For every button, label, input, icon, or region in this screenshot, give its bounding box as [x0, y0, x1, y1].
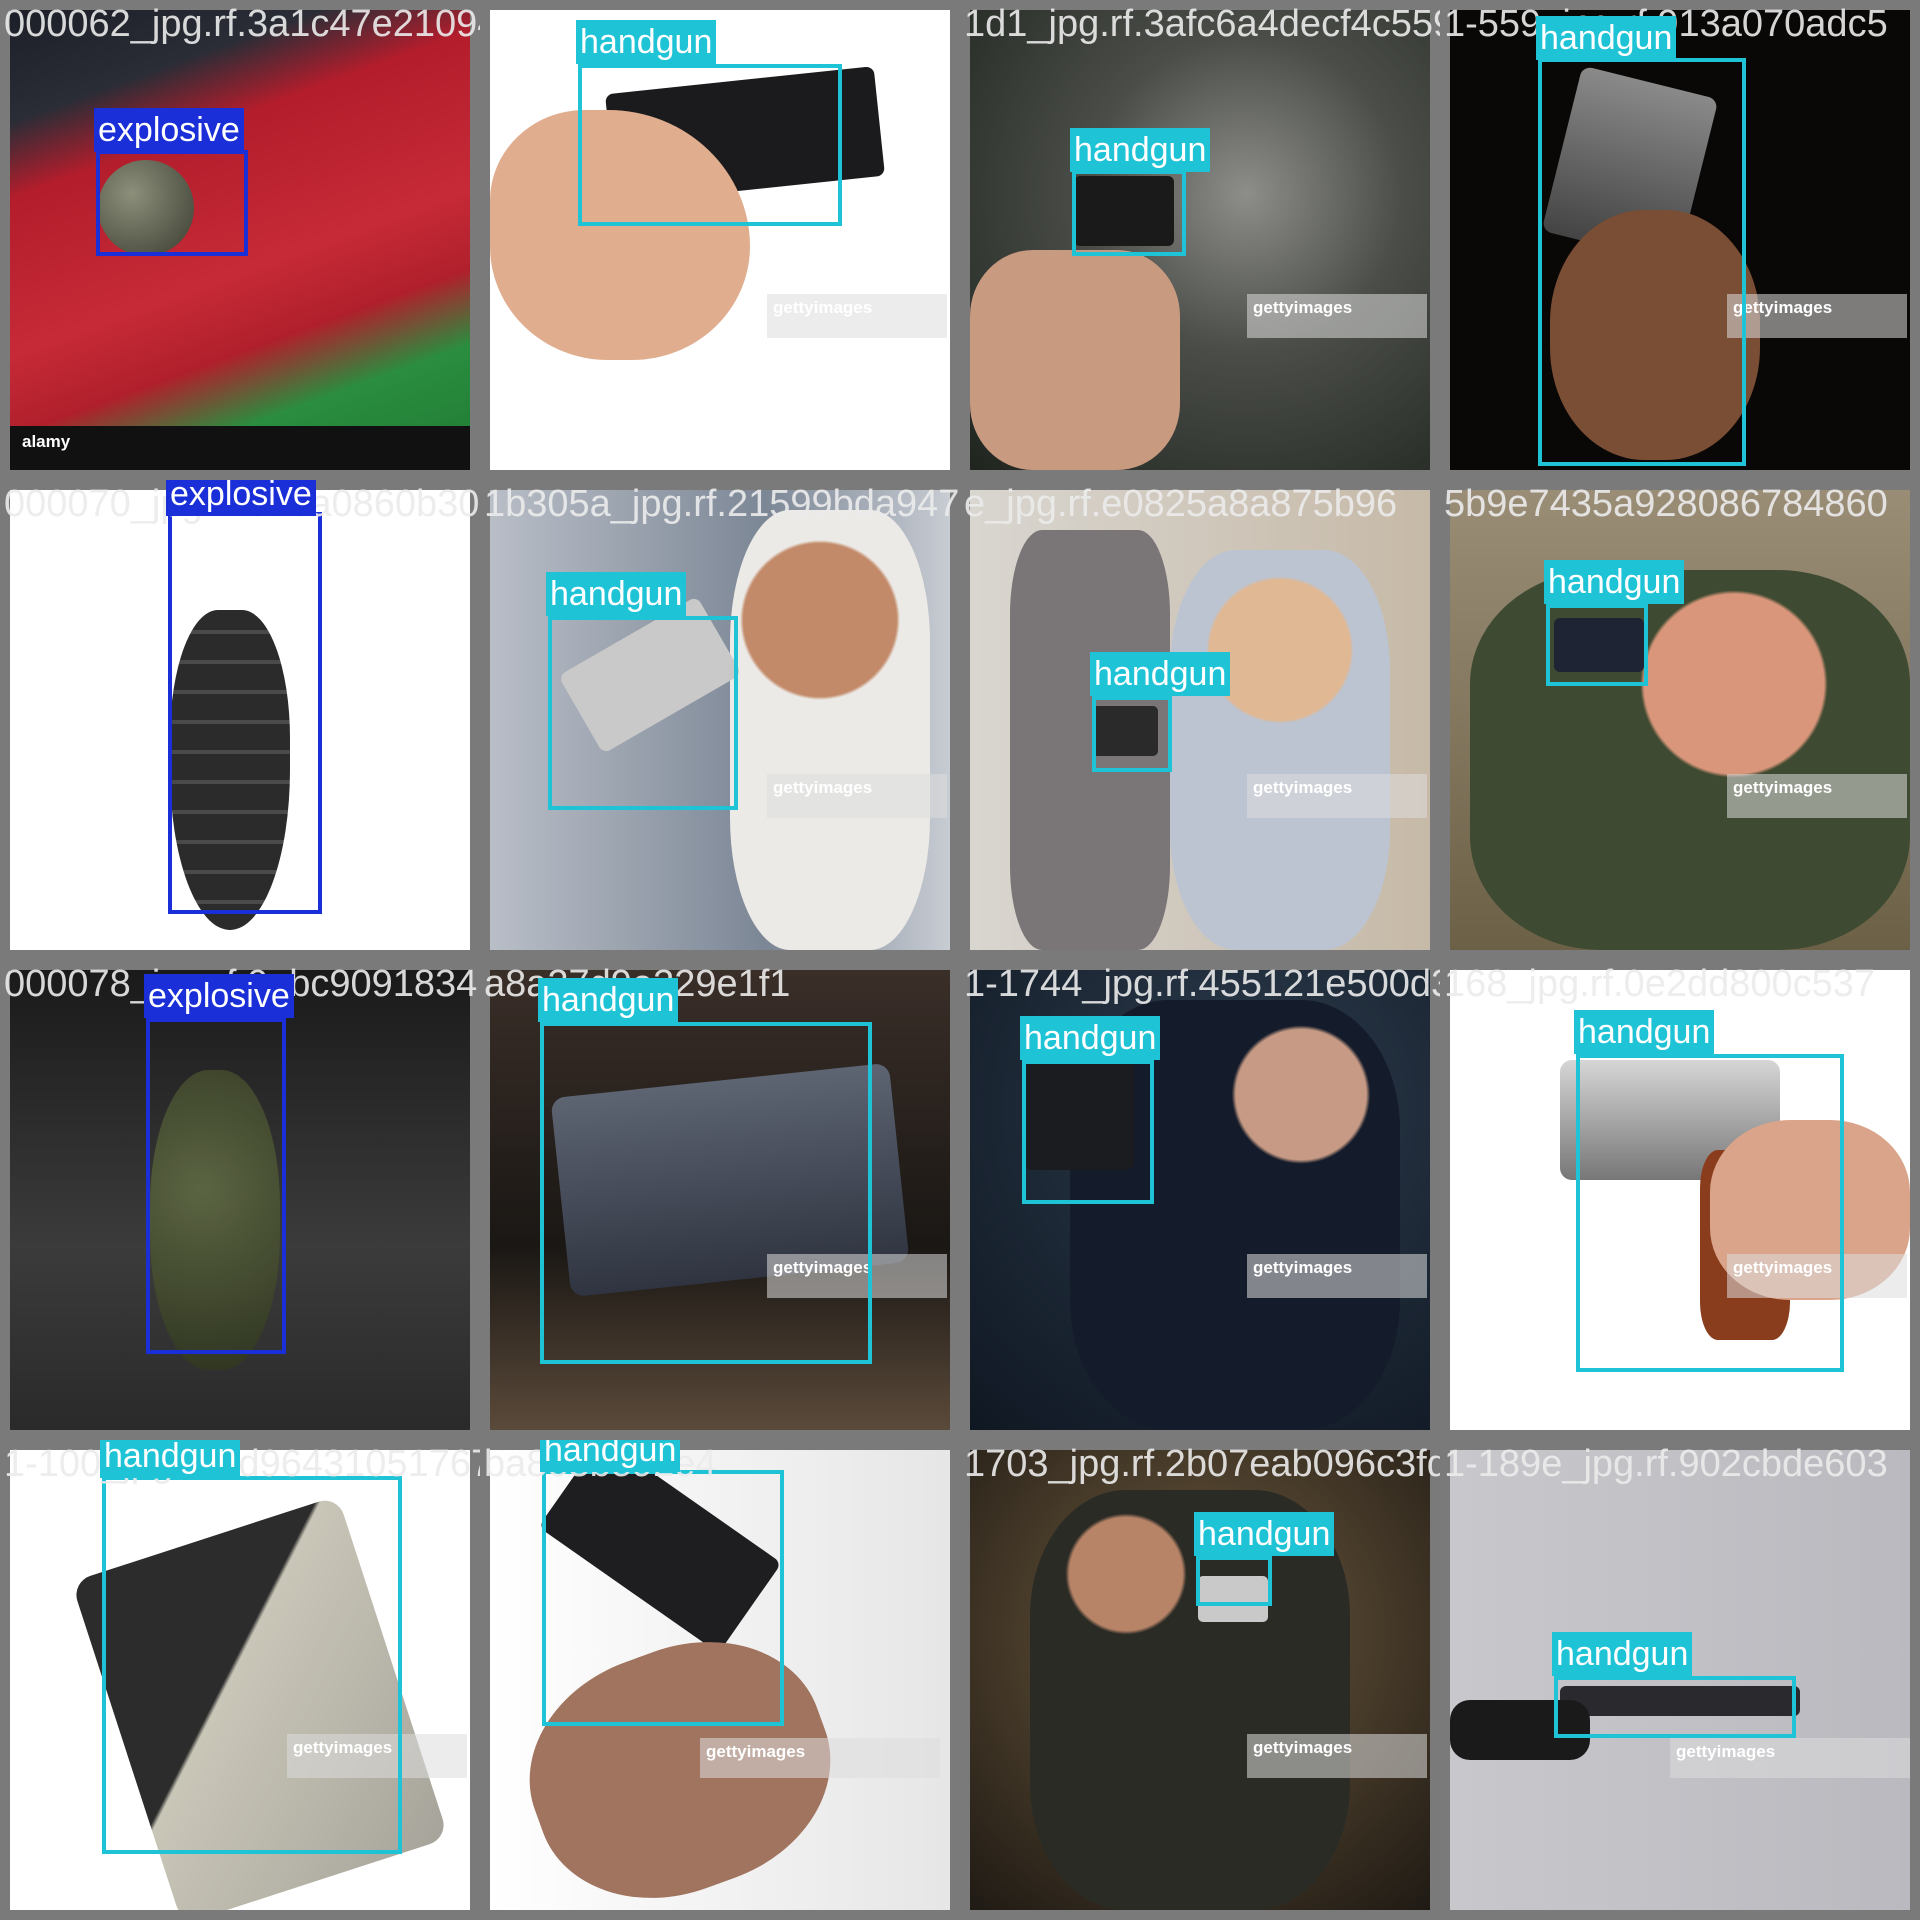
- grid-cell: gettyimages e_jpg.rf.e0825a8a875b96 hand…: [960, 480, 1440, 960]
- class-label: handgun: [1194, 1512, 1335, 1556]
- bounding-box: [548, 616, 738, 810]
- bounding-box: [102, 1476, 402, 1854]
- watermark: alamy: [16, 428, 136, 462]
- grid-cell: gettyimages 5b9e7435a928086784860 handgu…: [1440, 480, 1920, 960]
- bounding-box: [542, 1470, 784, 1726]
- person-shape: [1170, 550, 1390, 950]
- cell-photo: [970, 490, 1430, 950]
- person-shape: [730, 510, 930, 950]
- grid-cell: gettyimages 1-189e_jpg.rf.902cbde603 han…: [1440, 1440, 1920, 1920]
- bounding-box: [1576, 1054, 1844, 1372]
- grid-cell: 000070_jpg.rf.0d3a0860b305a4pg21.599bda9…: [0, 480, 480, 960]
- grid-cell: gettyimages 1703_jpg.rf.2b07eab096c3fd8e…: [960, 1440, 1440, 1920]
- watermark: gettyimages: [767, 294, 947, 338]
- image-filename: 1-100_jpg.rf.5d96431051767e4: [4, 1443, 480, 1485]
- class-label: handgun: [538, 978, 679, 1022]
- bounding-box: [168, 512, 322, 914]
- image-filename: 000062_jpg.rf.3a1c47e21094a502f9ec877a5a…: [4, 3, 480, 45]
- class-label: handgun: [100, 1440, 241, 1478]
- bounding-box: [1072, 170, 1186, 256]
- grid-cell: gettyimages a8a27d9e329e1f1 handgun: [480, 960, 960, 1440]
- cell-photo: [1450, 490, 1910, 950]
- class-label: handgun: [1574, 1010, 1715, 1054]
- class-label: handgun: [540, 1440, 681, 1472]
- bounding-box: [540, 1022, 872, 1364]
- bounding-box: [1538, 58, 1746, 466]
- arm-shape: [970, 250, 1180, 470]
- image-filename: 1703_jpg.rf.2b07eab096c3fd8e: [964, 1443, 1440, 1485]
- watermark: gettyimages: [1727, 294, 1907, 338]
- image-filename: 168_jpg.rf.0e2dd800c537: [1444, 963, 1876, 1005]
- grid-cell: gettyimages 168_jpg.rf.0e2dd800c537 hand…: [1440, 960, 1920, 1440]
- image-grid: alamy 000062_jpg.rf.3a1c47e21094a502f9ec…: [0, 0, 1920, 1920]
- class-label: handgun: [1536, 16, 1677, 60]
- watermark-text: gettyimages: [1733, 778, 1833, 797]
- watermark: gettyimages: [1247, 1254, 1427, 1298]
- image-filename: 1d1_jpg.rf.3afc6a4decf4c559c6: [964, 3, 1440, 45]
- grid-cell: 000078_jpg.rf.0abc90918341f55f91a8a27d9e…: [0, 960, 480, 1440]
- watermark-text: gettyimages: [1253, 1258, 1353, 1277]
- class-label: handgun: [546, 572, 687, 616]
- watermark-text: alamy: [22, 432, 71, 451]
- class-label: handgun: [1070, 128, 1211, 172]
- class-label: handgun: [576, 20, 717, 64]
- watermark-text: gettyimages: [1733, 298, 1833, 317]
- watermark-text: gettyimages: [773, 298, 873, 317]
- grid-cell: gettyimages 1b305a_jpg.rf.21599bda947bc0…: [480, 480, 960, 960]
- bounding-box: [146, 1018, 286, 1354]
- watermark: gettyimages: [1247, 294, 1427, 338]
- watermark: gettyimages: [1247, 774, 1427, 818]
- watermark: gettyimages: [1727, 774, 1907, 818]
- bounding-box: [578, 64, 842, 226]
- cell-photo: [970, 10, 1430, 470]
- watermark: gettyimages: [767, 774, 947, 818]
- grid-cell: alamy 000062_jpg.rf.3a1c47e21094a502f9ec…: [0, 0, 480, 480]
- watermark-text: gettyimages: [1253, 1738, 1353, 1757]
- image-filename: 1-189e_jpg.rf.902cbde603: [1444, 1443, 1888, 1485]
- watermark: gettyimages: [1247, 1734, 1427, 1778]
- class-label: handgun: [1552, 1632, 1693, 1676]
- bounding-box: [1196, 1556, 1272, 1606]
- grid-cell: gettyimages handgun: [480, 0, 960, 480]
- grid-cell: gettyimages 1-100_jpg.rf.5d96431051767e4…: [0, 1440, 480, 1920]
- watermark-text: gettyimages: [1253, 298, 1353, 317]
- person-shape: [1470, 570, 1910, 950]
- bounding-box: [96, 150, 248, 256]
- bounding-box: [1092, 696, 1172, 772]
- class-label: handgun: [1020, 1016, 1161, 1060]
- class-label: explosive: [166, 480, 316, 516]
- watermark-text: gettyimages: [1676, 1742, 1776, 1761]
- grid-cell: gettyimages ba8e3be92e4 handgun: [480, 1440, 960, 1920]
- watermark-text: gettyimages: [706, 1742, 806, 1761]
- bounding-box: [1022, 1060, 1154, 1204]
- grid-cell: gettyimages 1d1_jpg.rf.3afc6a4decf4c559c…: [960, 0, 1440, 480]
- image-filename: 1b305a_jpg.rf.21599bda947bc06: [484, 483, 960, 525]
- watermark: gettyimages: [1670, 1738, 1910, 1778]
- class-label: handgun: [1090, 652, 1231, 696]
- image-filename: e_jpg.rf.e0825a8a875b96: [964, 483, 1398, 525]
- class-label: explosive: [94, 108, 244, 152]
- bounding-box: [1554, 1676, 1796, 1738]
- grid-cell: gettyimages 1-559_jpg.rf.913a070adc5 han…: [1440, 0, 1920, 480]
- class-label: handgun: [1544, 560, 1685, 604]
- image-filename: 1-1744_jpg.rf.455121e500d3941: [964, 963, 1440, 1005]
- class-label: explosive: [144, 974, 294, 1018]
- grid-cell: gettyimages 1-1744_jpg.rf.455121e500d394…: [960, 960, 1440, 1440]
- image-filename: 5b9e7435a928086784860: [1444, 483, 1888, 525]
- watermark-text: gettyimages: [1253, 778, 1353, 797]
- watermark: gettyimages: [700, 1738, 940, 1778]
- watermark-text: gettyimages: [773, 778, 873, 797]
- bounding-box: [1546, 604, 1648, 686]
